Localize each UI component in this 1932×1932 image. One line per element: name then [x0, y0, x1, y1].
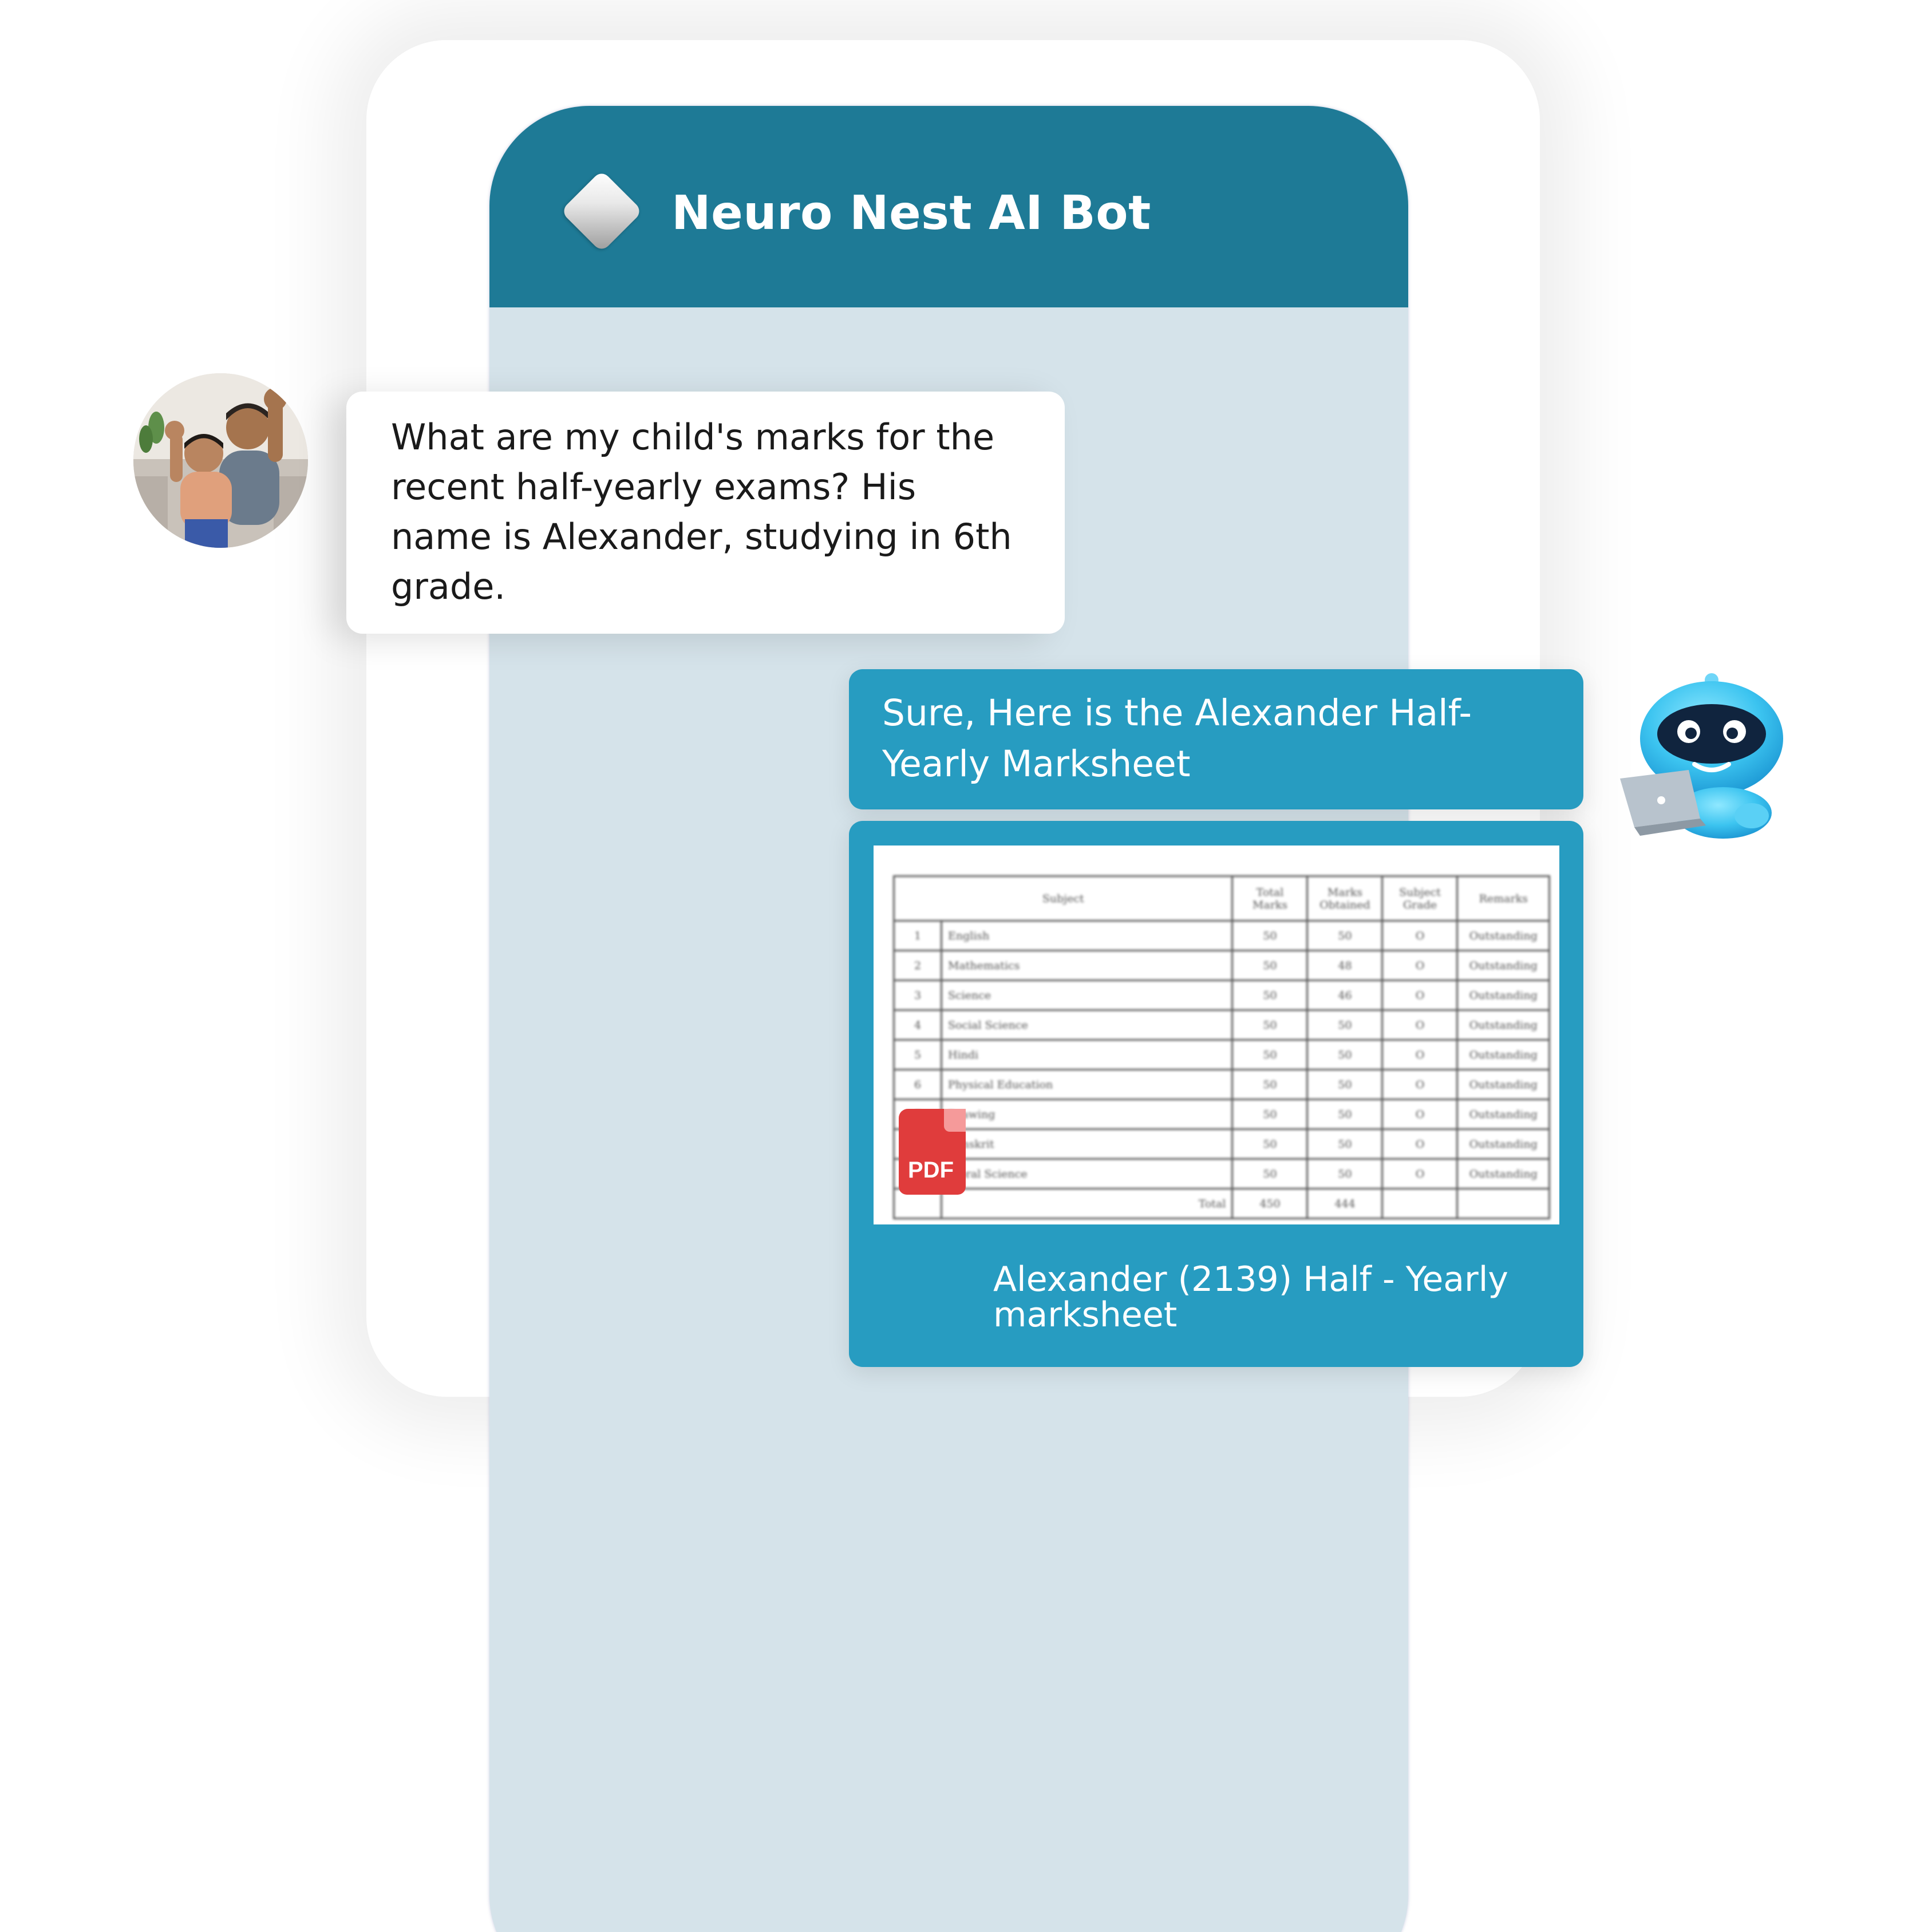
bot-message-bubble: Sure, Here is the Alexander Half-Yearly …	[849, 669, 1583, 809]
row-number-cell: 5	[893, 1039, 942, 1070]
user-avatar[interactable]	[133, 373, 308, 548]
pdf-fold-corner	[944, 1109, 966, 1132]
column-header: Total Marks	[1231, 875, 1309, 922]
marksheet-row: 9Moral Science5050OOutstanding	[893, 1158, 1550, 1190]
marksheet-row: 8Sanskrit5050OOutstanding	[893, 1128, 1550, 1160]
marksheet-preview[interactable]: Subject Total Marks Marks Obtained Subje…	[874, 846, 1559, 1224]
row-number-cell: 4	[893, 1009, 942, 1041]
column-header: Remarks	[1456, 875, 1550, 922]
marks-obtained-cell: 50	[1306, 1128, 1384, 1160]
marks-obtained-cell: 50	[1306, 1039, 1384, 1070]
marks-obtained-cell: 50	[1306, 1099, 1384, 1130]
robot-mascot-icon	[1620, 673, 1783, 839]
remarks-cell: Outstanding	[1456, 979, 1550, 1011]
attachment-card[interactable]: Subject Total Marks Marks Obtained Subje…	[849, 821, 1583, 1367]
marksheet-row: 7Drawing5050OOutstanding	[893, 1099, 1550, 1130]
user-message-bubble: What are my child's marks for the recent…	[346, 392, 1065, 634]
total-marks-cell: 50	[1231, 1158, 1309, 1190]
remarks-cell: Outstanding	[1456, 1069, 1550, 1100]
grade-cell: O	[1381, 1039, 1459, 1070]
subject-cell: Drawing	[940, 1099, 1234, 1130]
total-marks-cell: 50	[1231, 920, 1309, 951]
bot-message-text: Sure, Here is the Alexander Half-Yearly …	[882, 692, 1472, 785]
total-marks-sum-cell: 450	[1231, 1188, 1309, 1219]
subject-cell: Science	[940, 979, 1234, 1011]
remarks-cell: Outstanding	[1456, 1099, 1550, 1130]
marks-obtained-cell: 48	[1306, 950, 1384, 981]
subject-cell: English	[940, 920, 1234, 951]
total-marks-cell: 50	[1231, 1039, 1309, 1070]
total-obtained-sum-cell: 444	[1306, 1188, 1384, 1219]
total-marks-cell: 50	[1231, 1099, 1309, 1130]
total-marks-cell: 50	[1231, 1009, 1309, 1041]
grade-cell: O	[1381, 1128, 1459, 1160]
subject-cell: Physical Education	[940, 1069, 1234, 1100]
grade-cell: O	[1381, 1009, 1459, 1041]
remarks-cell: Outstanding	[1456, 1039, 1550, 1070]
subject-cell: Mathematics	[940, 950, 1234, 981]
total-marks-cell: 50	[1231, 979, 1309, 1011]
remarks-cell: Outstanding	[1456, 1009, 1550, 1041]
bot-avatar[interactable]	[1620, 670, 1792, 847]
remarks-cell: Outstanding	[1456, 1158, 1550, 1190]
marks-obtained-cell: 50	[1306, 1069, 1384, 1100]
column-header: Marks Obtained	[1306, 875, 1384, 922]
subject-cell: Hindi	[940, 1039, 1234, 1070]
remarks-cell: Outstanding	[1456, 920, 1550, 951]
remarks-cell: Outstanding	[1456, 950, 1550, 981]
marks-obtained-cell: 46	[1306, 979, 1384, 1011]
marksheet-row: 2 Mathematics 50 48 O Outstanding	[893, 950, 1550, 981]
subject-cell: Social Science	[940, 1009, 1234, 1041]
marksheet-row: 6 Physical Education 50 50 O Outstanding	[893, 1069, 1550, 1100]
total-marks-cell: 50	[1231, 1069, 1309, 1100]
attachment-name[interactable]: Alexander (2139) Half - Yearly marksheet	[993, 1262, 1543, 1333]
row-number-cell: 1	[893, 920, 942, 951]
column-header: Subject	[892, 875, 1234, 922]
subject-cell: Sanskrit	[940, 1128, 1234, 1160]
total-marks-cell: 50	[1231, 950, 1309, 981]
pdf-label: PDF	[908, 1157, 954, 1183]
total-marks-cell: 50	[1231, 1128, 1309, 1160]
row-number-cell: 3	[893, 979, 942, 1011]
grade-cell: O	[1381, 979, 1459, 1011]
canvas: Neuro Nest AI Bot What are my child's ma…	[0, 0, 1932, 1932]
marksheet-row: 1 English 50 50 O Outstanding	[893, 920, 1550, 951]
blank-cell	[1456, 1188, 1550, 1219]
marks-obtained-cell: 50	[1306, 920, 1384, 951]
marksheet-row: 5 Hindi 50 50 O Outstanding	[893, 1039, 1550, 1070]
marksheet-header-row: Subject Total Marks Marks Obtained Subje…	[892, 875, 1550, 922]
grade-cell: O	[1381, 920, 1459, 951]
row-number-cell: 6	[893, 1069, 942, 1100]
subject-cell: Moral Science	[940, 1158, 1234, 1190]
user-message-text: What are my child's marks for the recent…	[391, 416, 1012, 607]
total-label-cell: Total	[940, 1188, 1234, 1219]
marks-obtained-cell: 50	[1306, 1158, 1384, 1190]
marksheet-total-row: Total 450 444	[893, 1188, 1550, 1219]
parent-child-photo	[133, 373, 308, 548]
marksheet-table: Subject Total Marks Marks Obtained Subje…	[892, 875, 1550, 1219]
column-header: Subject Grade	[1381, 875, 1459, 922]
marksheet-row: 3 Science 50 46 O Outstanding	[893, 979, 1550, 1011]
app-title: Neuro Nest AI Bot	[671, 186, 1151, 240]
row-number-cell: 2	[893, 950, 942, 981]
marksheet-row: 4 Social Science 50 50 O Outstanding	[893, 1009, 1550, 1041]
grade-cell: O	[1381, 1099, 1459, 1130]
grade-cell: O	[1381, 950, 1459, 981]
marks-obtained-cell: 50	[1306, 1009, 1384, 1041]
blank-cell	[1381, 1188, 1459, 1219]
remarks-cell: Outstanding	[1456, 1128, 1550, 1160]
grade-cell: O	[1381, 1158, 1459, 1190]
grade-cell: O	[1381, 1069, 1459, 1100]
